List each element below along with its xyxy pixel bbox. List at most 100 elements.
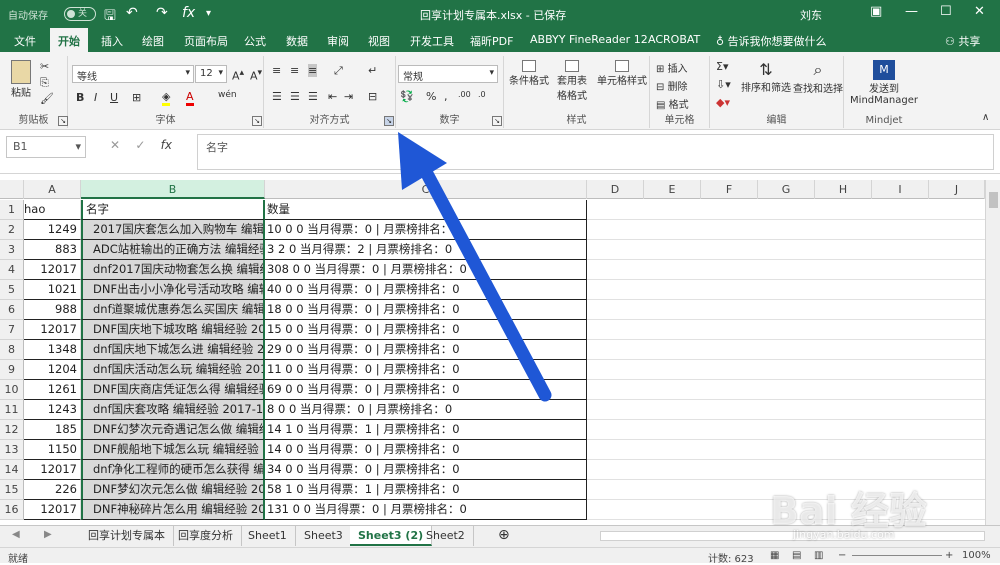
cell-b[interactable]: DNF舰船地下城怎么玩 编辑经验	[81, 440, 265, 460]
cell-b[interactable]: 2017国庆套怎么加入购物车 编辑经验	[81, 220, 265, 240]
sort-filter-button[interactable]: ⇅ 排序和筛选	[740, 60, 792, 94]
clear-icon[interactable]: ◆▾	[716, 96, 730, 109]
column-header-e[interactable]: E	[644, 180, 701, 199]
cell-b[interactable]: DNF梦幻次元怎么做 编辑经验 2017	[81, 480, 265, 500]
cell-a[interactable]: 1261	[24, 380, 81, 400]
row-header[interactable]: 14	[0, 460, 24, 480]
cell-b[interactable]: dnf国庆套攻略 编辑经验 2017-10	[81, 400, 265, 420]
zoom-in-icon[interactable]: +	[945, 550, 953, 561]
tell-me-search[interactable]: ♁ 告诉我你想要做什么	[716, 33, 827, 49]
insert-function-icon[interactable]: fx	[161, 138, 172, 152]
column-header-i[interactable]: I	[872, 180, 929, 199]
number-launcher-icon[interactable]: ↘	[492, 116, 502, 126]
zoom-level[interactable]: 100%	[962, 550, 991, 561]
normal-view-icon[interactable]: ▦	[770, 550, 779, 561]
comma-style-icon[interactable]: ,	[444, 90, 448, 103]
paste-button[interactable]: 粘贴	[8, 60, 34, 99]
row-header[interactable]: 5	[0, 280, 24, 300]
autosum-icon[interactable]: Σ▾	[716, 60, 728, 73]
zoom-slider[interactable]	[852, 555, 942, 556]
cell-c[interactable]: 8 0 0 当月得票：0 | 月票榜排名：0	[265, 400, 587, 420]
zoom-out-icon[interactable]: −	[838, 550, 846, 561]
next-sheet-icon[interactable]: ▶	[44, 529, 52, 540]
tab-data[interactable]: 数据	[286, 33, 308, 49]
font-size-select[interactable]: 12	[195, 65, 227, 83]
name-box[interactable]: B1	[6, 136, 86, 158]
cell-a[interactable]: 226	[24, 480, 81, 500]
column-header-c[interactable]: C	[265, 180, 587, 199]
number-format-select[interactable]: 常规	[398, 65, 498, 83]
worksheet-grid[interactable]: A B C D E F G H I J 1 hao 名字 数量 2 1249 2017国庆套…	[0, 180, 985, 525]
row-header[interactable]: 16	[0, 500, 24, 520]
sheet-tab-4[interactable]: Sheet3	[296, 526, 352, 546]
orientation-icon[interactable]: ⤢	[334, 64, 343, 78]
cell-b[interactable]: DNF国庆商店凭证怎么得 编辑经验	[81, 380, 265, 400]
cell-a[interactable]: 12017	[24, 460, 81, 480]
row-header[interactable]: 1	[0, 200, 24, 220]
column-header-d[interactable]: D	[587, 180, 644, 199]
customize-toolbar-icon[interactable]: ▾	[206, 8, 211, 19]
cell-a[interactable]: 185	[24, 420, 81, 440]
cell-b[interactable]: ADC站桩输出的正确方法 编辑经验	[81, 240, 265, 260]
formula-input[interactable]: 名字	[197, 134, 994, 170]
tab-acrobat[interactable]: ACROBAT	[648, 33, 700, 46]
cell-c[interactable]: 11 0 0 当月得票：0 | 月票榜排名：0	[265, 360, 587, 380]
find-select-button[interactable]: ⌕ 查找和选择	[792, 60, 844, 95]
cell-a[interactable]: 1243	[24, 400, 81, 420]
page-break-view-icon[interactable]: ▥	[814, 550, 823, 561]
underline-button[interactable]: U	[110, 91, 118, 104]
cell-c[interactable]: 58 1 0 当月得票：1 | 月票榜排名：0	[265, 480, 587, 500]
row-header[interactable]: 2	[0, 220, 24, 240]
row-header[interactable]: 13	[0, 440, 24, 460]
row-header[interactable]: 11	[0, 400, 24, 420]
row-header[interactable]: 15	[0, 480, 24, 500]
cell-b[interactable]: 名字	[81, 200, 265, 220]
tab-formulas[interactable]: 公式	[244, 33, 266, 49]
cell-c[interactable]: 29 0 0 当月得票：0 | 月票榜排名：0	[265, 340, 587, 360]
cell-c[interactable]: 69 0 0 当月得票：0 | 月票榜排名：0	[265, 380, 587, 400]
cell-c[interactable]: 15 0 0 当月得票：0 | 月票榜排名：0	[265, 320, 587, 340]
user-name[interactable]: 刘东	[800, 7, 822, 23]
cell-b[interactable]: DNF出击小小净化号活动攻略 编辑经验	[81, 280, 265, 300]
enter-icon[interactable]: ✓	[135, 138, 145, 152]
cell-a[interactable]: 1150	[24, 440, 81, 460]
row-header[interactable]: 10	[0, 380, 24, 400]
add-sheet-icon[interactable]: ⊕	[490, 526, 518, 546]
sheet-tab-3[interactable]: Sheet1	[240, 526, 296, 546]
cell-c[interactable]: 34 0 0 当月得票：0 | 月票榜排名：0	[265, 460, 587, 480]
align-middle-icon[interactable]: ≡	[290, 64, 299, 77]
font-color-icon[interactable]: A	[186, 90, 194, 106]
cell-styles-button[interactable]: 单元格样式	[596, 60, 648, 87]
minimize-icon[interactable]: —	[905, 4, 918, 19]
row-header[interactable]: 8	[0, 340, 24, 360]
decrease-indent-icon[interactable]: ⇤	[328, 90, 337, 103]
cell-c[interactable]: 18 0 0 当月得票：0 | 月票榜排名：0	[265, 300, 587, 320]
collapse-ribbon-icon[interactable]: ∧	[982, 112, 989, 123]
border-icon[interactable]: ⊞	[132, 91, 141, 104]
format-as-table-button[interactable]: 套用表格格式	[550, 60, 594, 102]
tab-home[interactable]: 开始	[50, 28, 88, 52]
close-icon[interactable]: ✕	[974, 4, 985, 19]
cell-a[interactable]: 1021	[24, 280, 81, 300]
row-header[interactable]: 7	[0, 320, 24, 340]
align-right-icon[interactable]: ☰	[308, 90, 318, 103]
cell-a[interactable]: 1204	[24, 360, 81, 380]
save-icon[interactable]: 🖫	[104, 5, 116, 29]
increase-decimal-icon[interactable]: .00	[458, 90, 471, 99]
cell-a[interactable]: 12017	[24, 500, 81, 520]
column-header-g[interactable]: G	[758, 180, 815, 199]
row-header[interactable]: 3	[0, 240, 24, 260]
autosave-toggle[interactable]: 关	[64, 7, 96, 21]
send-to-mindmanager-button[interactable]: M 发送到 MindManager	[848, 60, 920, 106]
insert-cells-button[interactable]: ⊞ 插入	[656, 60, 688, 75]
delete-cells-button[interactable]: ⊟ 删除	[656, 78, 688, 93]
currency-icon[interactable]: 💱	[400, 90, 414, 103]
cell-a[interactable]: 12017	[24, 320, 81, 340]
cell-b[interactable]: dnf净化工程师的硬币怎么获得 编辑	[81, 460, 265, 480]
redo-icon[interactable]: ↷	[156, 5, 168, 21]
column-header-b[interactable]: B	[81, 180, 265, 199]
undo-icon[interactable]: ↶	[126, 5, 138, 21]
cell-b[interactable]: dnf国庆地下城怎么进 编辑经验 2017	[81, 340, 265, 360]
phonetic-icon[interactable]: wén	[218, 90, 237, 100]
cut-icon[interactable]: ✂	[40, 60, 49, 73]
